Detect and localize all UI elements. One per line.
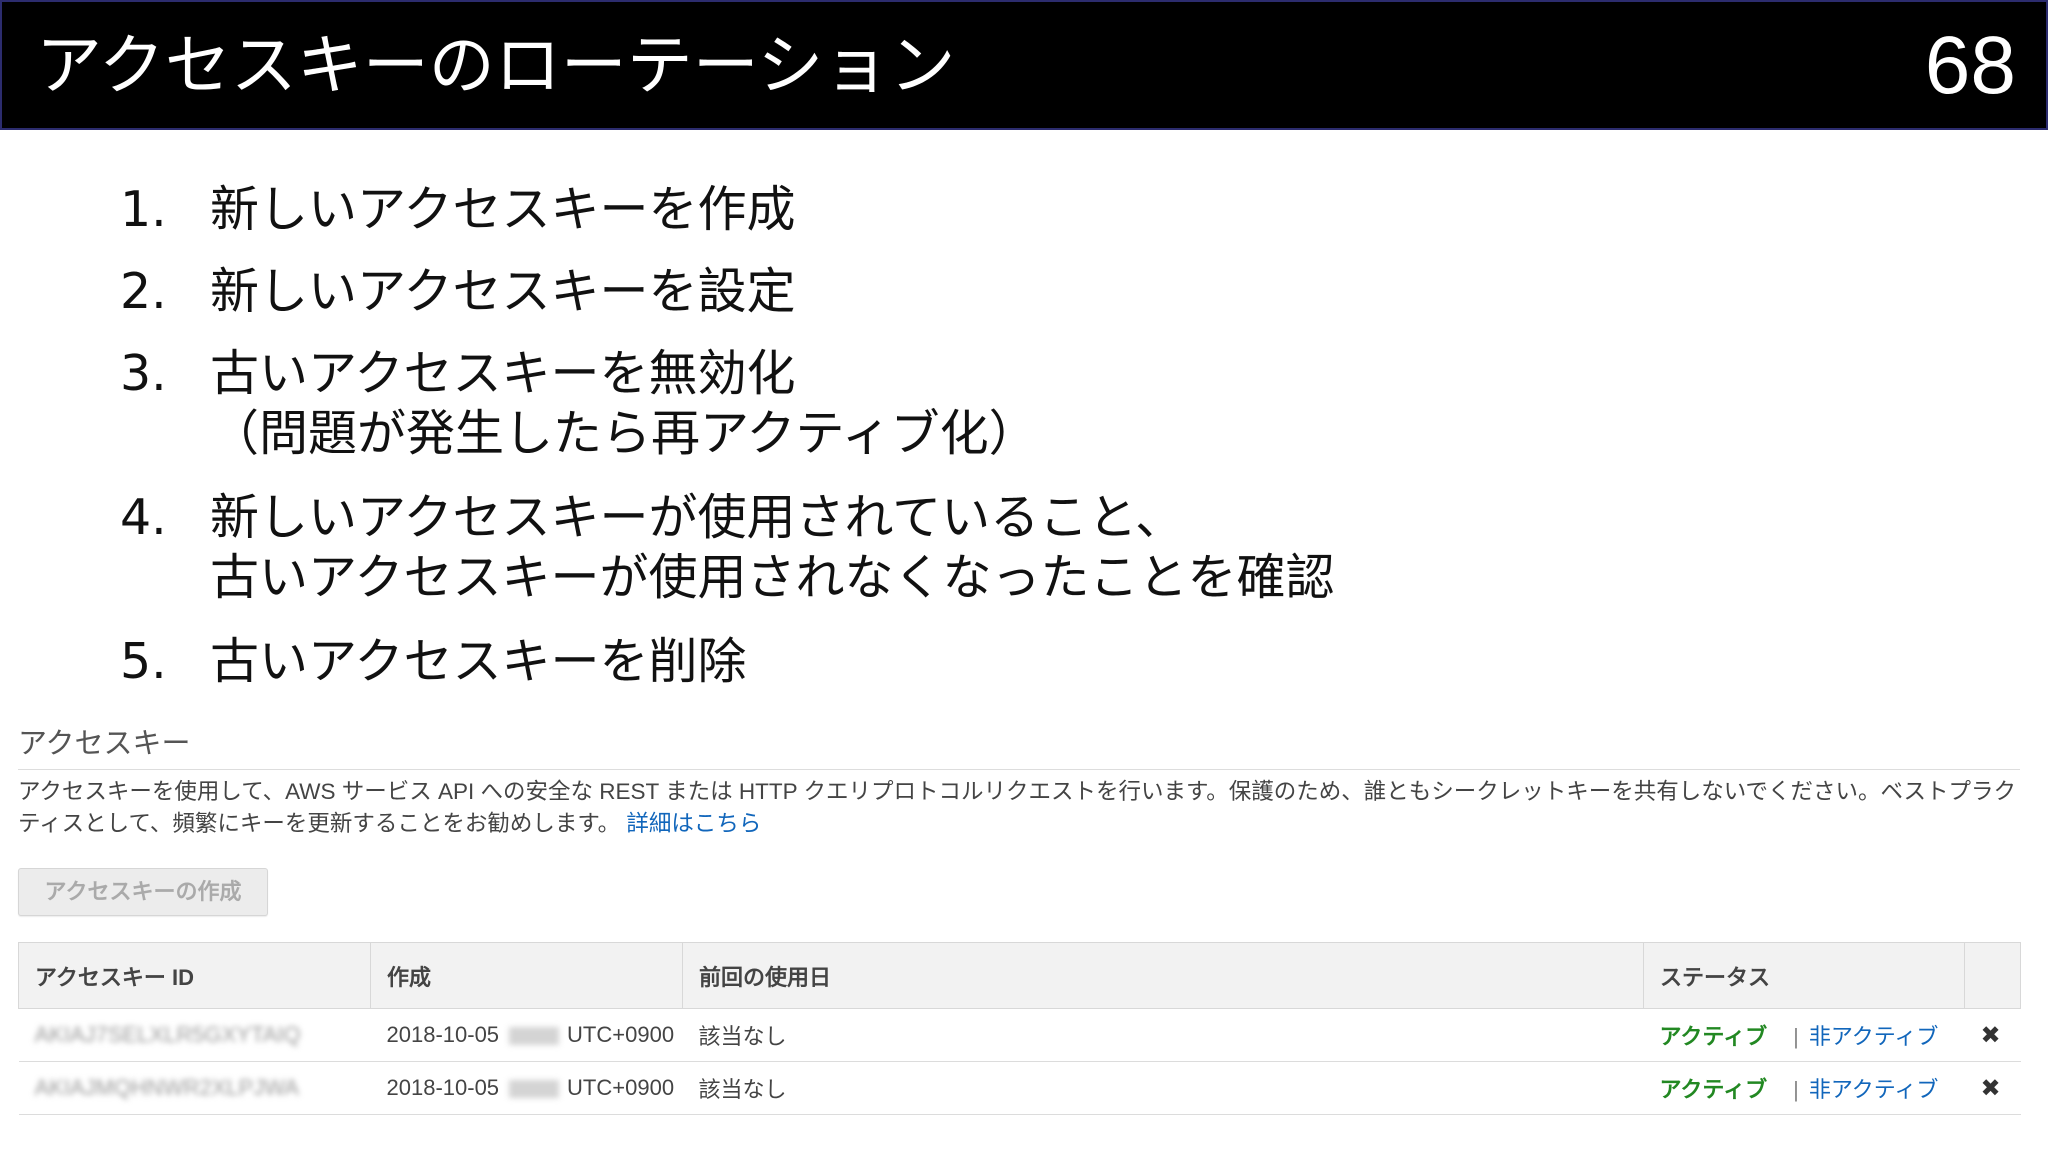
description-line: アクセスキーを使用して、AWS サービス API への安全な REST または … — [18, 779, 2016, 804]
details-link[interactable]: 詳細はこちら — [626, 811, 761, 836]
step-text: 新しいアクセスキーが使用されていること、 — [210, 489, 1185, 546]
redacted-time — [509, 1027, 560, 1046]
column-header-created[interactable]: 作成 — [370, 942, 683, 1009]
access-keys-table: アクセスキー ID 作成 前回の使用日 ステータス AKIAJ7SELXLR5G… — [18, 942, 2021, 1115]
status-cell: アクティブ | 非アクティブ — [1643, 1008, 1965, 1062]
created-cell: 2018-10-05 UTC+0900 — [370, 1008, 683, 1062]
description-line-2: ティスとして、頻繁にキーを更新することをお勧めします。 詳細はこちら — [18, 808, 2020, 840]
access-key-id-cell: AKIAJ7SELXLR5GXYTAIQ — [18, 1008, 371, 1062]
created-date: 2018-10-05 — [386, 1022, 500, 1047]
table-row: AKIAJMQHNWR2XLPJWA 2018-10-05 UTC+0900 該当… — [18, 1061, 2021, 1115]
table-header-row: アクセスキー ID 作成 前回の使用日 ステータス — [18, 942, 2021, 1009]
divider — [18, 769, 2020, 770]
actions-cell: ✖ — [1964, 1061, 2021, 1115]
slide-title: アクセスキーのローテーション — [36, 27, 956, 104]
close-icon[interactable]: ✖ — [1981, 1021, 2001, 1050]
status-active-label: アクティブ — [1659, 1077, 1768, 1102]
created-timezone: UTC+0900 — [567, 1075, 675, 1100]
access-key-id-cell: AKIAJMQHNWR2XLPJWA — [18, 1061, 371, 1115]
table-row: AKIAJ7SELXLR5GXYTAIQ 2018-10-05 UTC+0900 … — [18, 1008, 2021, 1062]
aws-access-keys-panel: アクセスキー アクセスキーを使用して、AWS サービス API への安全な RE… — [18, 716, 2021, 1146]
redacted-time — [509, 1080, 560, 1099]
access-key-id-redacted: AKIAJMQHNWR2XLPJWA — [34, 1075, 299, 1100]
status-separator: | — [1793, 1077, 1799, 1102]
created-cell: 2018-10-05 UTC+0900 — [370, 1061, 683, 1115]
access-key-id-redacted: AKIAJ7SELXLR5GXYTAIQ — [34, 1022, 301, 1047]
column-header-last-used[interactable]: 前回の使用日 — [682, 942, 1644, 1009]
status-cell: アクティブ | 非アクティブ — [1643, 1061, 1965, 1115]
column-header-actions — [1964, 942, 2021, 1009]
step-number: 5. — [120, 633, 167, 690]
close-icon[interactable]: ✖ — [1981, 1074, 2001, 1103]
panel-heading: アクセスキー — [18, 728, 191, 760]
status-separator: | — [1793, 1024, 1799, 1049]
make-inactive-link[interactable]: 非アクティブ — [1809, 1024, 1939, 1049]
description-text: ティスとして、頻繁にキーを更新することをお勧めします。 — [18, 811, 621, 836]
step-number: 3. — [120, 345, 167, 402]
actions-cell: ✖ — [1964, 1008, 2021, 1062]
step-number: 2. — [120, 263, 167, 320]
panel-description: アクセスキーを使用して、AWS サービス API への安全な REST または … — [18, 776, 2020, 840]
column-header-key-id[interactable]: アクセスキー ID — [18, 942, 371, 1009]
slide-header: アクセスキーのローテーション 68 — [0, 0, 2048, 130]
created-timezone: UTC+0900 — [567, 1022, 675, 1047]
step-text: 古いアクセスキーを削除 — [210, 633, 747, 690]
make-inactive-link[interactable]: 非アクティブ — [1809, 1077, 1939, 1102]
status-active-label: アクティブ — [1659, 1024, 1768, 1049]
step-text: 新しいアクセスキーを設定 — [210, 263, 796, 320]
step-number: 1. — [120, 181, 167, 238]
step-text: 新しいアクセスキーを作成 — [210, 181, 796, 238]
last-used-cell: 該当なし — [682, 1008, 1644, 1062]
step-text: 古いアクセスキーを無効化 — [210, 345, 796, 402]
column-header-status[interactable]: ステータス — [1643, 942, 1965, 1009]
last-used-cell: 該当なし — [682, 1061, 1644, 1115]
created-date: 2018-10-05 — [386, 1075, 500, 1100]
step-number: 4. — [120, 489, 167, 546]
step-text: 古いアクセスキーが使用されなくなったことを確認 — [210, 549, 1335, 606]
create-access-key-button[interactable]: アクセスキーの作成 — [18, 868, 268, 916]
step-text: （問題が発生したら再アクティブ化） — [210, 405, 1038, 462]
slide-page-number: 68 — [1924, 20, 2016, 111]
